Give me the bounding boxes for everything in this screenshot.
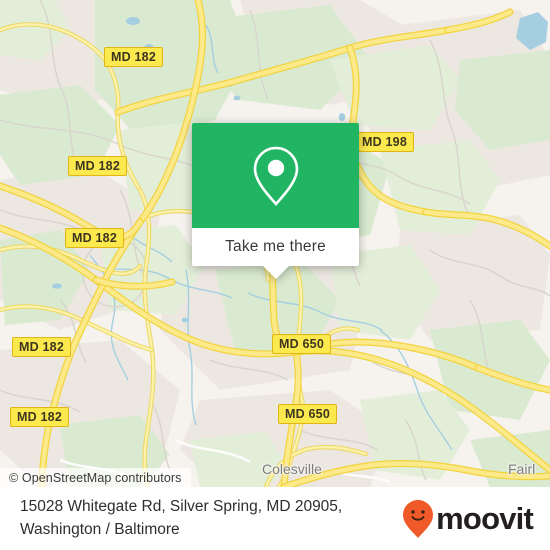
callout-icon-area <box>192 123 359 228</box>
callout-pointer-tail <box>262 266 289 279</box>
place-label-colesville: Colesville <box>262 461 322 477</box>
moovit-logo[interactable]: moovit <box>402 499 534 539</box>
address-line-1: 15028 Whitegate Rd, Silver Spring, MD 20… <box>20 498 343 516</box>
road-shield-md-182: MD 182 <box>65 228 124 248</box>
footer-bar: 15028 Whitegate Rd, Silver Spring, MD 20… <box>0 487 550 550</box>
road-shield-md-182: MD 182 <box>10 407 69 427</box>
address-text: 15028 Whitegate Rd, Silver Spring, MD 20… <box>20 496 342 541</box>
map-pin-icon <box>253 146 298 206</box>
road-shield-md-182: MD 182 <box>12 337 71 357</box>
address-line-2: Washington / Baltimore <box>20 520 180 538</box>
callout-label: Take me there <box>225 238 326 255</box>
osm-attribution: © OpenStreetMap contributors <box>0 468 191 487</box>
map-screenshot: .park { fill:#d9ead0; } .park2 { fill:#e… <box>0 0 550 550</box>
callout-action-bar[interactable]: Take me there <box>192 228 359 266</box>
road-shield-md-198: MD 198 <box>355 132 414 152</box>
road-shield-md-650: MD 650 <box>278 404 337 424</box>
place-label-fairland: Fairl <box>508 461 536 477</box>
take-me-there-callout[interactable]: Take me there <box>192 123 359 279</box>
road-shield-md-182: MD 182 <box>104 47 163 67</box>
moovit-wordmark: moovit <box>436 501 534 536</box>
road-shield-md-650: MD 650 <box>272 334 331 354</box>
moovit-smiley-pin-icon <box>403 499 434 538</box>
road-shield-md-182: MD 182 <box>68 156 127 176</box>
